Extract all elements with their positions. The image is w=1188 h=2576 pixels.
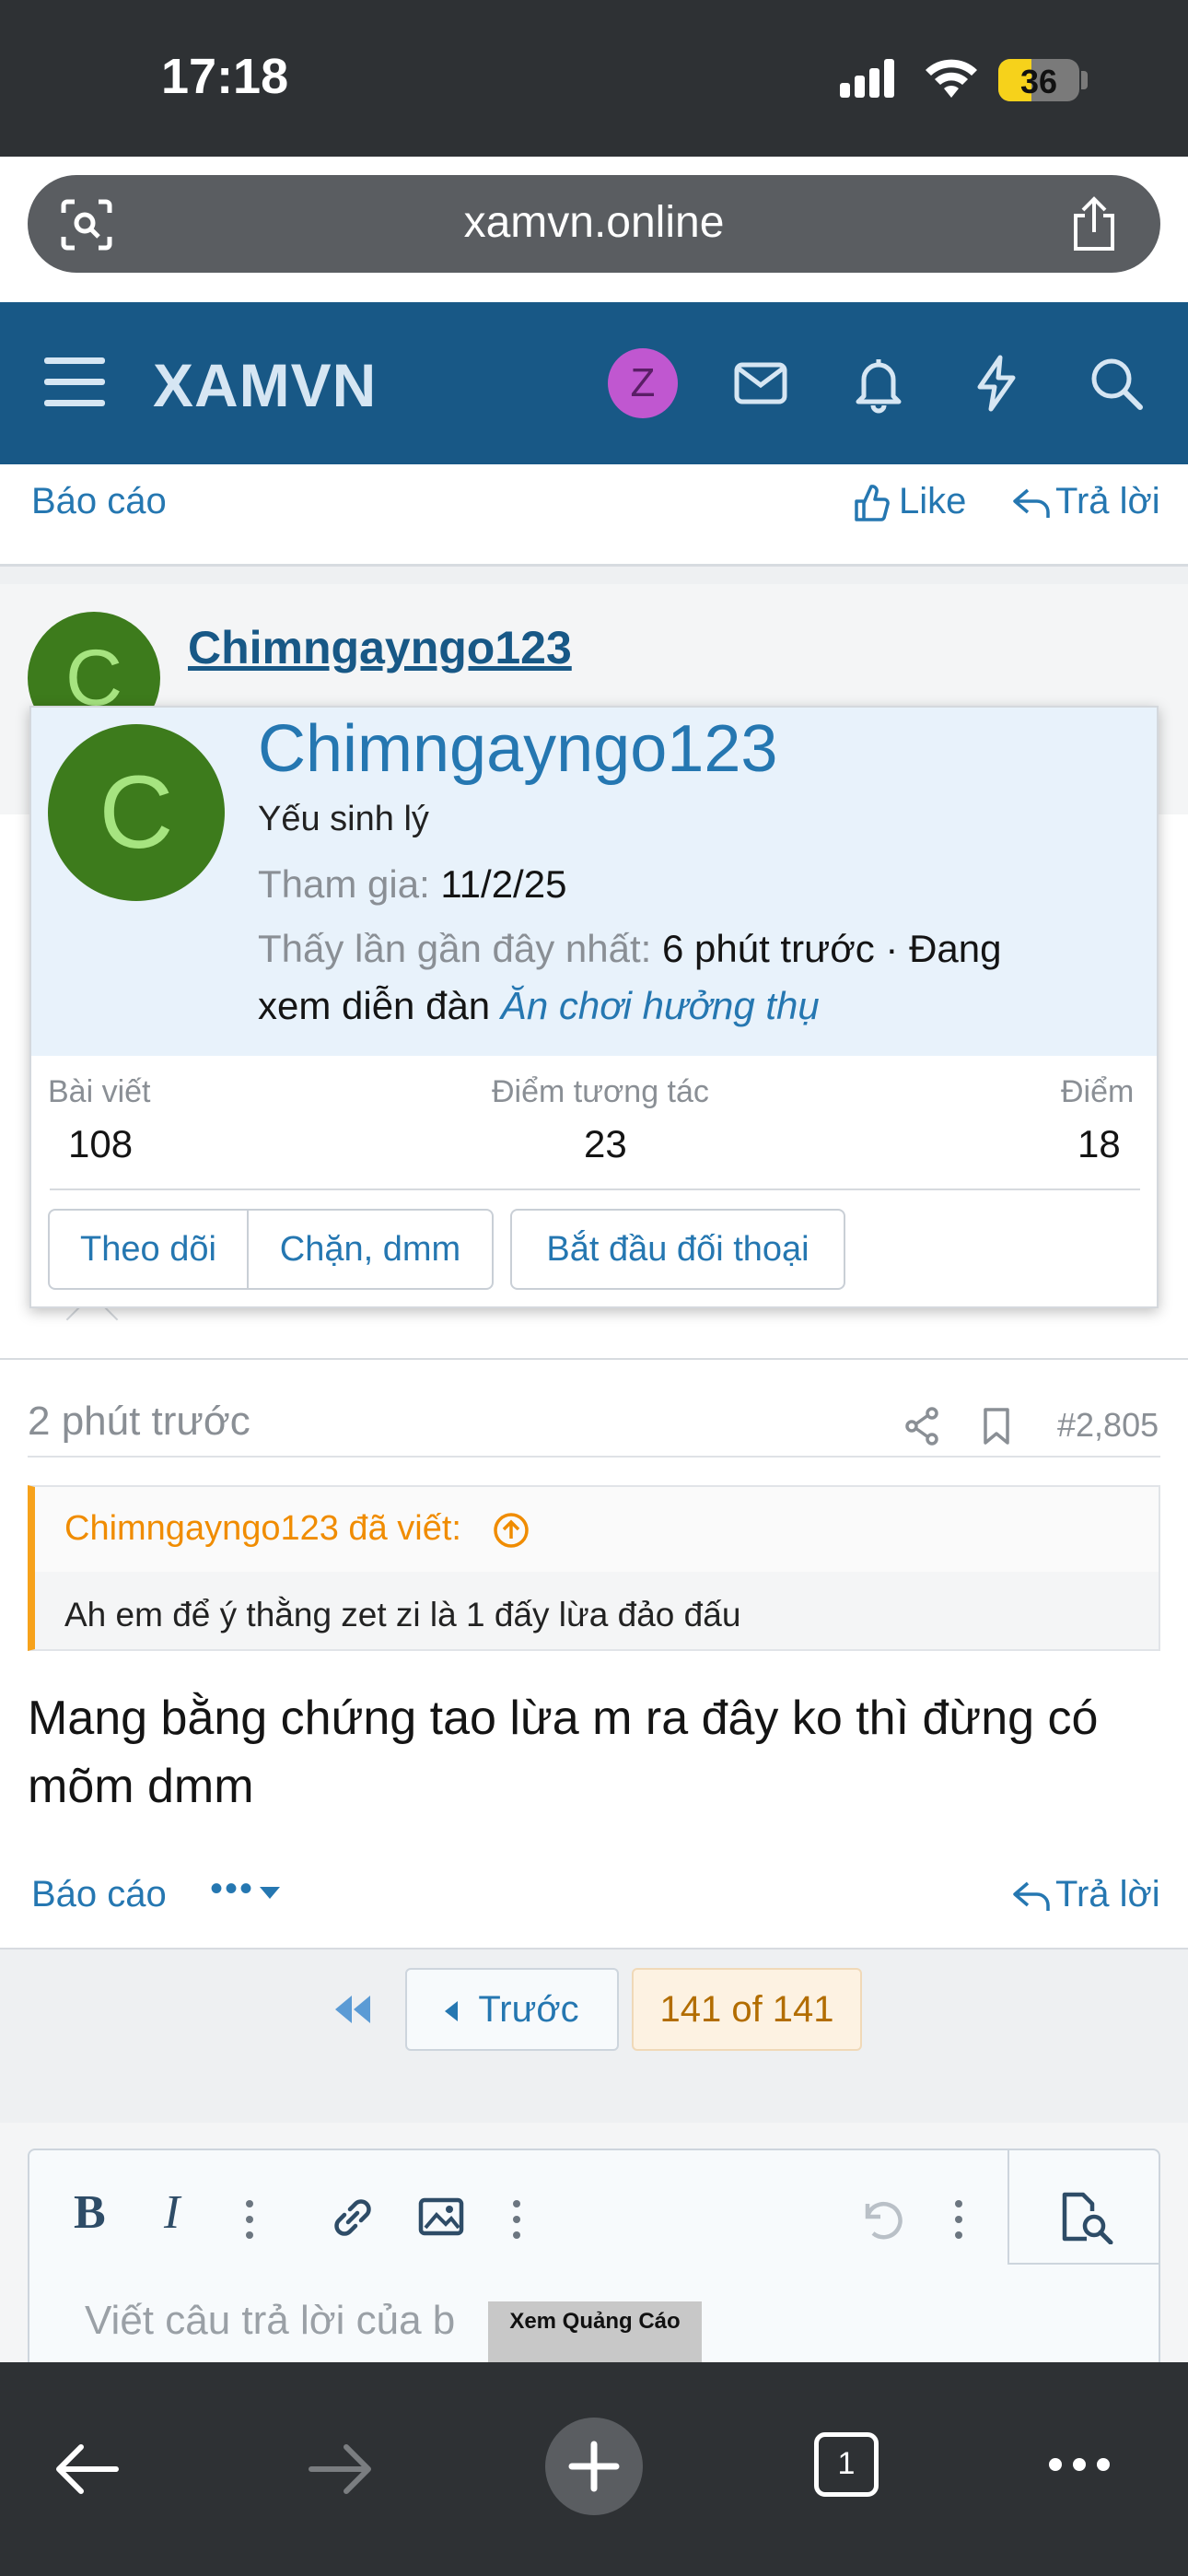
italic-icon[interactable]: I (164, 2185, 180, 2240)
member-user-title: Yếu sinh lý (258, 800, 429, 838)
reply-link[interactable]: Trả lời (1055, 481, 1160, 522)
search-icon[interactable] (1083, 350, 1149, 416)
member-tooltip-card: C Chimngayngo123 Yếu sinh lý Tham gia: 1… (29, 706, 1159, 1308)
block-button[interactable]: Chặn, dmm (247, 1209, 494, 1290)
quote-header: Chimngayngo123 đã viết: (35, 1487, 1159, 1572)
reply-icon[interactable] (1011, 485, 1052, 521)
quote-author[interactable]: Chimngayngo123 đã viết: (64, 1509, 461, 1549)
post-timestamp[interactable]: 2 phút trước (28, 1399, 250, 1445)
last-seen-label: Thấy lần gần đây nhất: (258, 927, 652, 970)
url-text[interactable]: xamvn.online (28, 197, 1160, 248)
stat-value-posts: 108 (68, 1122, 134, 1165)
first-page-icon[interactable] (333, 1994, 372, 2025)
report-link[interactable]: Báo cáo (31, 1874, 167, 1915)
report-link[interactable]: Báo cáo (31, 481, 167, 522)
activity-forum-link[interactable]: Ăn chơi hưởng thụ (501, 984, 820, 1027)
stat-label-points: Điểm (1061, 1074, 1135, 1109)
stat-label-posts: Bài viết (48, 1074, 151, 1109)
cellular-signal-icon (840, 59, 899, 98)
like-icon[interactable] (853, 483, 890, 523)
post-body-text: Mang bằng chứng tao lừa m ra đây ko thì … (28, 1692, 1099, 1813)
bookmark-icon[interactable] (982, 1406, 1011, 1446)
last-seen-row: Thấy lần gần đây nhất: 6 phút trước · Đa… (258, 927, 1001, 971)
tabs-button[interactable]: 1 (814, 2432, 879, 2497)
ad-label[interactable]: Xem Quảng Cáo (488, 2301, 702, 2362)
wifi-icon (926, 59, 977, 98)
member-card-avatar[interactable]: C (48, 724, 225, 901)
toolbar-divider (1007, 2263, 1160, 2265)
more-vertical-icon[interactable] (243, 2196, 256, 2242)
reply-icon[interactable] (1011, 1878, 1052, 1914)
post-author-name[interactable]: Chimngayngo123 (188, 621, 572, 674)
more-vertical-icon[interactable] (510, 2196, 523, 2242)
like-link[interactable]: Like (899, 481, 966, 522)
caret-left-icon (445, 2001, 459, 2022)
post-actions: Báo cáo ••• Trả lời (0, 1857, 1188, 1950)
battery-tip (1081, 71, 1088, 89)
bell-icon[interactable] (845, 350, 912, 416)
joined-value: 11/2/25 (440, 862, 567, 906)
stat-value-points: 18 (1077, 1122, 1121, 1165)
more-vertical-icon[interactable] (952, 2196, 965, 2242)
toolbar-divider (1007, 2150, 1009, 2265)
quote-block: Chimngayngo123 đã viết: Ah em để ý thằng… (28, 1485, 1160, 1651)
battery-icon: 36 (998, 59, 1079, 101)
plus-icon (568, 2441, 620, 2492)
reply-link[interactable]: Trả lời (1055, 1874, 1160, 1915)
new-tab-button[interactable] (545, 2418, 643, 2515)
post-header-divider (28, 1456, 1160, 1458)
activity-row: xem diễn đàn Ăn chơi hưởng thụ (258, 984, 820, 1028)
previous-page-button[interactable]: Trước (405, 1968, 619, 2051)
link-icon[interactable] (328, 2193, 378, 2242)
account-avatar[interactable]: Z (608, 348, 678, 418)
previous-post-actions: Báo cáo Like Trả lời (0, 464, 1188, 564)
share-icon[interactable] (1068, 195, 1120, 252)
image-icon[interactable] (418, 2196, 464, 2237)
battery-level: 36 (1019, 63, 1058, 100)
menu-icon[interactable] (44, 357, 105, 421)
post-content: 2 phút trước #2,805 Chimngayngo123 đã vi… (0, 1358, 1188, 1948)
status-time: 17:18 (161, 49, 289, 104)
mail-icon[interactable] (728, 350, 794, 416)
joined-row: Tham gia: 11/2/25 (258, 862, 566, 907)
more-horizontal-icon[interactable] (1046, 2454, 1112, 2475)
activity-prefix: xem diễn đàn (258, 984, 491, 1027)
lightning-icon[interactable] (963, 350, 1030, 416)
status-bar: 17:18 36 xamvn.online (0, 0, 1188, 273)
stats-divider (50, 1188, 1140, 1190)
editor-placeholder[interactable]: Viết câu trả lời của b (85, 2298, 455, 2344)
stat-value-reactions: 23 (584, 1122, 627, 1165)
preview-icon[interactable] (1059, 2191, 1116, 2244)
post-separator (0, 564, 1188, 584)
browser-toolbar: 1 (0, 2362, 1188, 2576)
post-number[interactable]: #2,805 (1057, 1406, 1159, 1445)
site-header: XAMVN Z (0, 302, 1188, 464)
undo-icon[interactable] (855, 2195, 904, 2244)
member-card-header: C Chimngayngo123 Yếu sinh lý Tham gia: 1… (31, 708, 1157, 1056)
joined-label: Tham gia: (258, 862, 430, 906)
follow-button[interactable]: Theo dõi (48, 1209, 249, 1290)
share-post-icon[interactable] (904, 1406, 941, 1446)
bold-icon[interactable]: B (74, 2185, 106, 2240)
last-seen-value: 6 phút trước · Đang (661, 927, 1002, 970)
forward-arrow-icon[interactable] (308, 2441, 374, 2497)
url-bar[interactable]: xamvn.online (28, 175, 1160, 273)
stat-label-reactions: Điểm tương tác (492, 1074, 709, 1109)
previous-page-label: Trước (478, 1989, 579, 2030)
arrow-up-circle-icon[interactable] (492, 1511, 530, 1550)
site-logo[interactable]: XAMVN (153, 350, 377, 420)
quote-text: Ah em để ý thằng zet zi là 1 đấy lừa đảo… (64, 1596, 741, 1633)
back-arrow-icon[interactable] (53, 2441, 120, 2497)
more-options-button[interactable]: ••• (210, 1868, 254, 1910)
start-conversation-button[interactable]: Bắt đầu đối thoại (510, 1209, 845, 1290)
chevron-down-icon[interactable] (260, 1887, 280, 1900)
pagination: Trước 141 of 141 (0, 1948, 1188, 2123)
current-page-indicator[interactable]: 141 of 141 (632, 1968, 862, 2051)
member-card-username[interactable]: Chimngayngo123 (258, 711, 777, 787)
